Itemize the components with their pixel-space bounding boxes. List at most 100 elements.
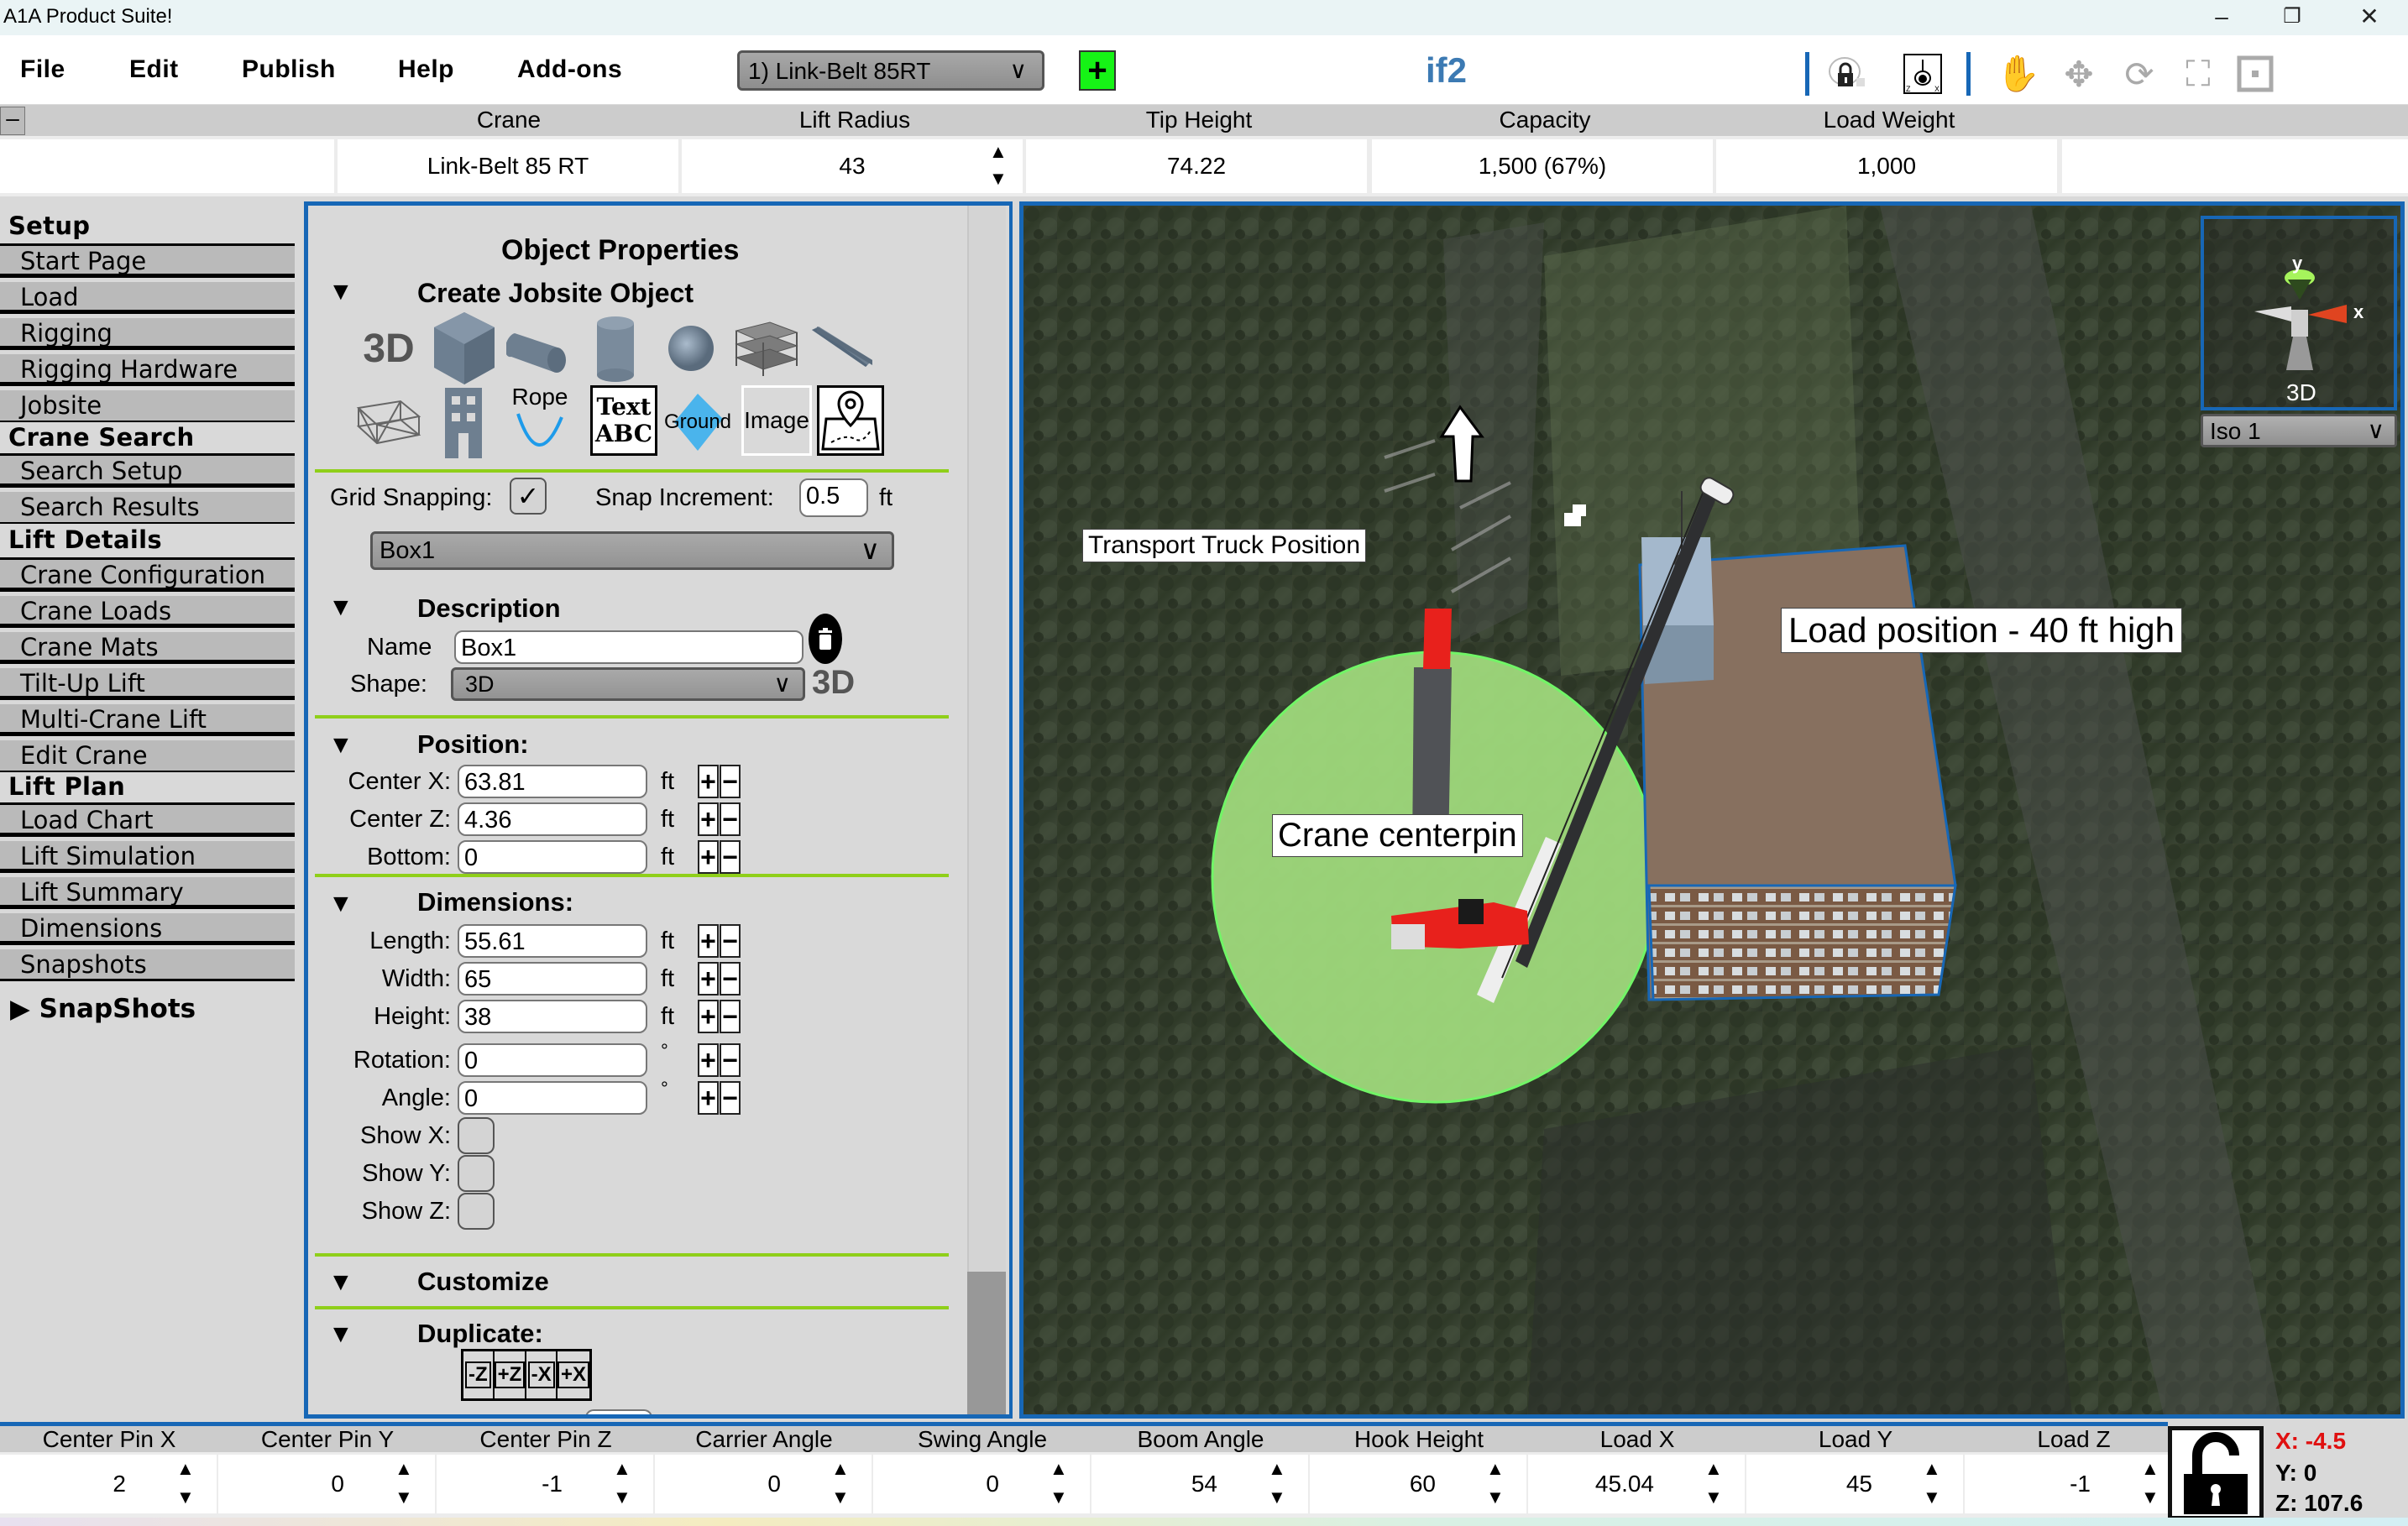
sidebar-item-start-page[interactable]: Start Page <box>0 246 295 278</box>
menu-addons[interactable]: Add-ons <box>517 55 622 84</box>
decrement-button[interactable]: − <box>720 765 741 798</box>
sidebar-item-search-setup[interactable]: Search Setup <box>0 456 295 488</box>
decrement-arrow-icon[interactable]: ▼ <box>989 166 1008 191</box>
sidebar-item-jobsite[interactable]: Jobsite <box>0 390 295 422</box>
sidebar-item-multi-crane-lift[interactable]: Multi-Crane Lift <box>0 704 295 736</box>
increment-arrow-icon[interactable]: ▲ <box>1704 1456 1723 1482</box>
decrement-button[interactable]: − <box>720 802 741 836</box>
collapse-info-button[interactable]: – <box>0 107 25 135</box>
param-field[interactable]: 2 ▲ ▼ <box>0 1455 217 1513</box>
sidebar-item-snapshots[interactable]: Snapshots <box>0 949 295 981</box>
decrement-button[interactable]: − <box>720 840 741 874</box>
sidebar-item-lift-summary[interactable]: Lift Summary <box>0 877 295 909</box>
decrement-arrow-icon[interactable]: ▼ <box>395 1485 413 1510</box>
object-map-marker-button[interactable] <box>817 385 884 456</box>
object-image-button[interactable]: Image <box>741 385 812 456</box>
sidebar-item-load[interactable]: Load <box>0 282 295 314</box>
param-field[interactable]: -1 ▲ ▼ <box>1965 1455 2181 1513</box>
name-input[interactable]: Box1 <box>454 630 804 664</box>
collapse-triangle-icon[interactable]: ▼ <box>328 1320 353 1349</box>
transport-truck-label[interactable]: Transport Truck Position <box>1082 529 1367 562</box>
menu-publish[interactable]: Publish <box>242 55 336 84</box>
duplicate-plus-x-button[interactable]: +X <box>557 1351 589 1398</box>
menu-file[interactable]: File <box>20 55 65 84</box>
increment-button[interactable]: + <box>698 1000 719 1033</box>
fit-view-icon[interactable]: ⛶ <box>2176 52 2220 96</box>
duplicate-plus-z-button[interactable]: +Z <box>494 1351 527 1398</box>
view-axes-icon[interactable]: ZX <box>1901 52 1945 96</box>
param-field[interactable]: 45 ▲ ▼ <box>1746 1455 1963 1513</box>
move-icon[interactable]: ✥ <box>2057 52 2101 96</box>
param-field[interactable]: 45.04 ▲ ▼ <box>1528 1455 1745 1513</box>
sidebar-item-load-chart[interactable]: Load Chart <box>0 805 295 837</box>
decrement-button[interactable]: − <box>720 962 741 996</box>
numeric-input[interactable]: 4.36 <box>458 802 647 836</box>
collapse-triangle-icon[interactable]: ▼ <box>328 731 353 760</box>
scrollbar-thumb[interactable] <box>967 1272 1006 1414</box>
sidebar-item-crane-loads[interactable]: Crane Loads <box>0 596 295 628</box>
object-building-button[interactable] <box>431 388 498 458</box>
increment-arrow-icon[interactable]: ▲ <box>613 1456 631 1482</box>
object-sphere-button[interactable] <box>657 315 725 382</box>
crane-centerpin-label[interactable]: Crane centerpin <box>1272 814 1523 857</box>
numeric-input[interactable]: 0 <box>458 840 647 874</box>
menu-edit[interactable]: Edit <box>129 55 179 84</box>
object-ibeam-button[interactable] <box>809 315 876 382</box>
decrement-button[interactable]: − <box>720 924 741 958</box>
increment-button[interactable]: + <box>698 962 719 996</box>
numeric-input[interactable]: 55.61 <box>458 924 647 958</box>
decrement-button[interactable]: − <box>720 1043 741 1077</box>
show-axis-checkbox[interactable] <box>458 1155 495 1192</box>
cut-off-input[interactable] <box>585 1409 652 1414</box>
crane-select[interactable]: 1) Link-Belt 85RT ∨ <box>737 50 1044 91</box>
add-crane-button[interactable]: + <box>1079 50 1116 91</box>
pan-hand-icon[interactable]: ✋ <box>1997 52 2040 96</box>
sidebar-item-lift-simulation[interactable]: Lift Simulation <box>0 841 295 873</box>
object-select[interactable]: Box1 ∨ <box>370 531 894 570</box>
lock-toggle-button[interactable] <box>2168 1426 2264 1520</box>
rotate-icon[interactable]: ⟳ <box>2117 52 2161 96</box>
duplicate-minus-x-button[interactable]: -X <box>526 1351 558 1398</box>
increment-arrow-icon[interactable]: ▲ <box>176 1456 195 1482</box>
object-vertical-cylinder-button[interactable] <box>582 315 649 382</box>
object-ground-button[interactable]: Ground <box>664 389 731 456</box>
view-preset-select[interactable]: Iso 1 ∨ <box>2201 414 2397 447</box>
increment-button[interactable]: + <box>698 924 719 958</box>
decrement-arrow-icon[interactable]: ▼ <box>1268 1485 1286 1510</box>
sidebar-item-crane-mats[interactable]: Crane Mats <box>0 632 295 664</box>
decrement-arrow-icon[interactable]: ▼ <box>831 1485 850 1510</box>
param-field[interactable]: 54 ▲ ▼ <box>1091 1455 1308 1513</box>
object-rope-button[interactable]: Rope <box>506 382 573 449</box>
collapse-triangle-icon[interactable]: ▼ <box>328 1268 353 1297</box>
decrement-arrow-icon[interactable]: ▼ <box>2141 1485 2159 1510</box>
increment-arrow-icon[interactable]: ▲ <box>989 139 1008 165</box>
increment-button[interactable]: + <box>698 1043 719 1077</box>
grid-snapping-checkbox[interactable]: ✓ <box>510 478 547 515</box>
sidebar-item-edit-crane[interactable]: Edit Crane <box>0 740 295 772</box>
increment-button[interactable]: + <box>698 802 719 836</box>
load-position-label[interactable]: Load position - 40 ft high <box>1781 608 2182 653</box>
decrement-arrow-icon[interactable]: ▼ <box>1486 1485 1505 1510</box>
orientation-gizmo[interactable]: x y 3D <box>2201 216 2397 410</box>
sidebar-item-rigging-hardware[interactable]: Rigging Hardware <box>0 354 295 386</box>
increment-arrow-icon[interactable]: ▲ <box>1050 1456 1068 1482</box>
decrement-arrow-icon[interactable]: ▼ <box>613 1485 631 1510</box>
collapse-triangle-icon[interactable]: ▼ <box>328 593 353 622</box>
increment-arrow-icon[interactable]: ▲ <box>831 1456 850 1482</box>
decrement-button[interactable]: − <box>720 1081 741 1115</box>
decrement-button[interactable]: − <box>720 1000 741 1033</box>
increment-button[interactable]: + <box>698 1081 719 1115</box>
delete-object-button[interactable] <box>809 614 842 664</box>
show-axis-checkbox[interactable] <box>458 1117 495 1154</box>
decrement-arrow-icon[interactable]: ▼ <box>1050 1485 1068 1510</box>
param-field[interactable]: 0 ▲ ▼ <box>655 1455 872 1513</box>
increment-arrow-icon[interactable]: ▲ <box>2141 1456 2159 1482</box>
decrement-arrow-icon[interactable]: ▼ <box>1704 1485 1723 1510</box>
param-field[interactable]: 0 ▲ ▼ <box>873 1455 1090 1513</box>
increment-arrow-icon[interactable]: ▲ <box>1923 1456 1941 1482</box>
object-truss-button[interactable] <box>355 389 422 456</box>
decrement-arrow-icon[interactable]: ▼ <box>1923 1485 1941 1510</box>
properties-scrollbar[interactable] <box>967 206 1006 1414</box>
object-3d-button[interactable]: 3D <box>355 315 422 382</box>
menu-help[interactable]: Help <box>398 55 454 84</box>
